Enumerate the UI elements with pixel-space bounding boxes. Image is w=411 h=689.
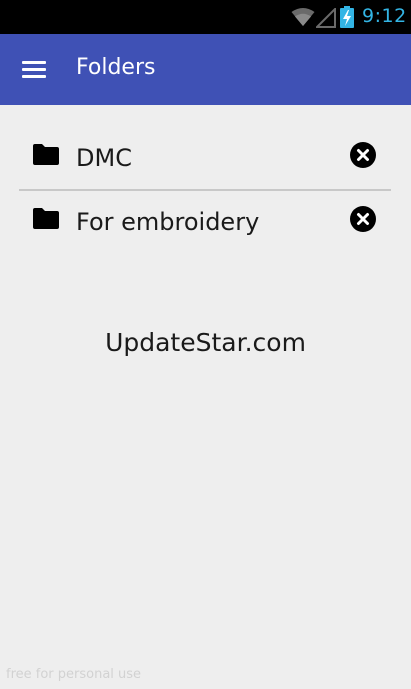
list-item[interactable]: For embroidery [0, 189, 411, 251]
remove-circle-icon[interactable] [350, 142, 376, 168]
remove-circle-icon[interactable] [350, 206, 376, 232]
watermark: UpdateStar.com [105, 328, 306, 357]
page-title: Folders [76, 55, 156, 80]
status-clock: 9:12 [362, 5, 407, 27]
folder-icon [33, 144, 59, 165]
app-bar: Folders [0, 34, 411, 105]
folder-name: For embroidery [76, 208, 260, 236]
folder-name: DMC [76, 144, 132, 172]
watermark-small: free for personal use [6, 667, 142, 682]
divider [19, 189, 391, 191]
wifi-icon [291, 8, 315, 26]
battery-charging-icon [340, 6, 354, 28]
folder-icon [33, 208, 59, 229]
status-bar: 9:12 [0, 0, 411, 34]
list-item[interactable]: DMC [0, 125, 411, 187]
hamburger-menu-icon[interactable] [22, 61, 46, 79]
signal-icon [316, 8, 336, 28]
